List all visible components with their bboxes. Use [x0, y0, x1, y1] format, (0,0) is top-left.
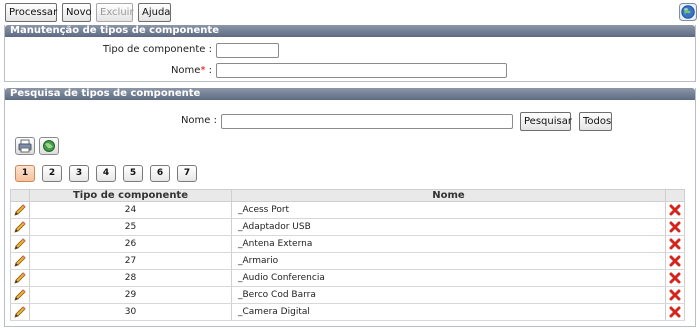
edit-cell: [10, 218, 30, 236]
pesquisa-nome-field[interactable]: [221, 114, 513, 129]
tipo-column-header: Tipo de componente: [29, 189, 232, 202]
help-globe-icon[interactable]: [679, 3, 697, 21]
export-globe-icon[interactable]: [39, 137, 59, 155]
pencil-icon[interactable]: [13, 238, 27, 250]
page-button[interactable]: 5: [123, 165, 143, 182]
nome-cell: _Antena Externa: [231, 235, 666, 253]
table-header-row: Tipo de componente Nome: [10, 189, 685, 202]
pencil-icon[interactable]: [13, 289, 27, 301]
table-row: 30 _Camera Digital: [10, 303, 685, 321]
tipo-cell: 26: [29, 235, 232, 253]
delete-cell: [665, 218, 685, 236]
tipo-cell: 29: [29, 286, 232, 304]
nome-cell: _Acess Port: [231, 201, 666, 219]
edit-cell: [10, 286, 30, 304]
nome-cell: _Armario: [231, 252, 666, 270]
delete-cell: [665, 286, 685, 304]
page-button[interactable]: 7: [177, 165, 197, 182]
tipos-componente-table: Tipo de componente Nome 24 _Acess Port 25 _…: [10, 189, 685, 321]
novo-button[interactable]: Novo: [62, 3, 92, 22]
tipo-cell: 25: [29, 218, 232, 236]
nome-label: Nome* :: [170, 65, 212, 76]
table-row: 26 _Antena Externa: [10, 235, 685, 253]
nome-cell: _Berco Cod Barra: [231, 286, 666, 304]
edit-cell: [10, 235, 30, 253]
delete-x-icon[interactable]: [669, 272, 681, 284]
tipo-cell: 28: [29, 269, 232, 287]
delete-x-icon[interactable]: [669, 221, 681, 233]
pencil-icon[interactable]: [13, 255, 27, 267]
nome-cell: _Audio Conferencia: [231, 269, 666, 287]
page-button[interactable]: 1: [15, 165, 35, 182]
edit-column-header: [10, 189, 30, 202]
delete-column-header: [665, 189, 685, 202]
manutencao-panel-title: Manutenção de tipos de componente: [5, 25, 695, 37]
pencil-icon[interactable]: [13, 204, 27, 216]
delete-x-icon[interactable]: [669, 289, 681, 301]
delete-cell: [665, 252, 685, 270]
table-row: 24 _Acess Port: [10, 201, 685, 219]
excluir-button[interactable]: Excluir: [96, 3, 134, 22]
delete-cell: [665, 235, 685, 253]
table-row: 25 _Adaptador USB: [10, 218, 685, 236]
nome-field[interactable]: [216, 63, 507, 78]
print-icon[interactable]: [15, 137, 35, 155]
ajuda-button[interactable]: Ajuda: [138, 3, 171, 22]
page-button[interactable]: 3: [69, 165, 89, 182]
nome-column-header: Nome: [231, 189, 666, 202]
tipo-componente-label: Tipo de componente :: [102, 44, 212, 55]
edit-cell: [10, 269, 30, 287]
nome-cell: _Adaptador USB: [231, 218, 666, 236]
table-row: 27 _Armario: [10, 252, 685, 270]
delete-cell: [665, 269, 685, 287]
tipo-cell: 30: [29, 303, 232, 321]
pencil-icon[interactable]: [13, 221, 27, 233]
pesquisa-nome-label: Nome :: [180, 115, 217, 126]
edit-cell: [10, 201, 30, 219]
table-row: 29 _Berco Cod Barra: [10, 286, 685, 304]
pesquisar-button[interactable]: Pesquisar: [520, 112, 572, 131]
delete-x-icon[interactable]: [669, 255, 681, 267]
page-button[interactable]: 6: [150, 165, 170, 182]
tipo-cell: 27: [29, 252, 232, 270]
delete-x-icon[interactable]: [669, 204, 681, 216]
tipo-componente-field[interactable]: [216, 43, 279, 58]
page-button[interactable]: 4: [96, 165, 116, 182]
pencil-icon[interactable]: [13, 306, 27, 318]
delete-x-icon[interactable]: [669, 238, 681, 250]
table-row: 28 _Audio Conferencia: [10, 269, 685, 287]
edit-cell: [10, 303, 30, 321]
page-button[interactable]: 2: [42, 165, 62, 182]
todos-button[interactable]: Todos: [579, 112, 612, 131]
delete-cell: [665, 303, 685, 321]
pesquisa-panel-title: Pesquisa de tipos de componente: [5, 88, 695, 100]
processar-button[interactable]: Processar: [5, 3, 57, 22]
pencil-icon[interactable]: [13, 272, 27, 284]
required-asterisk: *: [200, 65, 206, 76]
edit-cell: [10, 252, 30, 270]
tipo-cell: 24: [29, 201, 232, 219]
delete-cell: [665, 201, 685, 219]
delete-x-icon[interactable]: [669, 306, 681, 318]
nome-cell: _Camera Digital: [231, 303, 666, 321]
